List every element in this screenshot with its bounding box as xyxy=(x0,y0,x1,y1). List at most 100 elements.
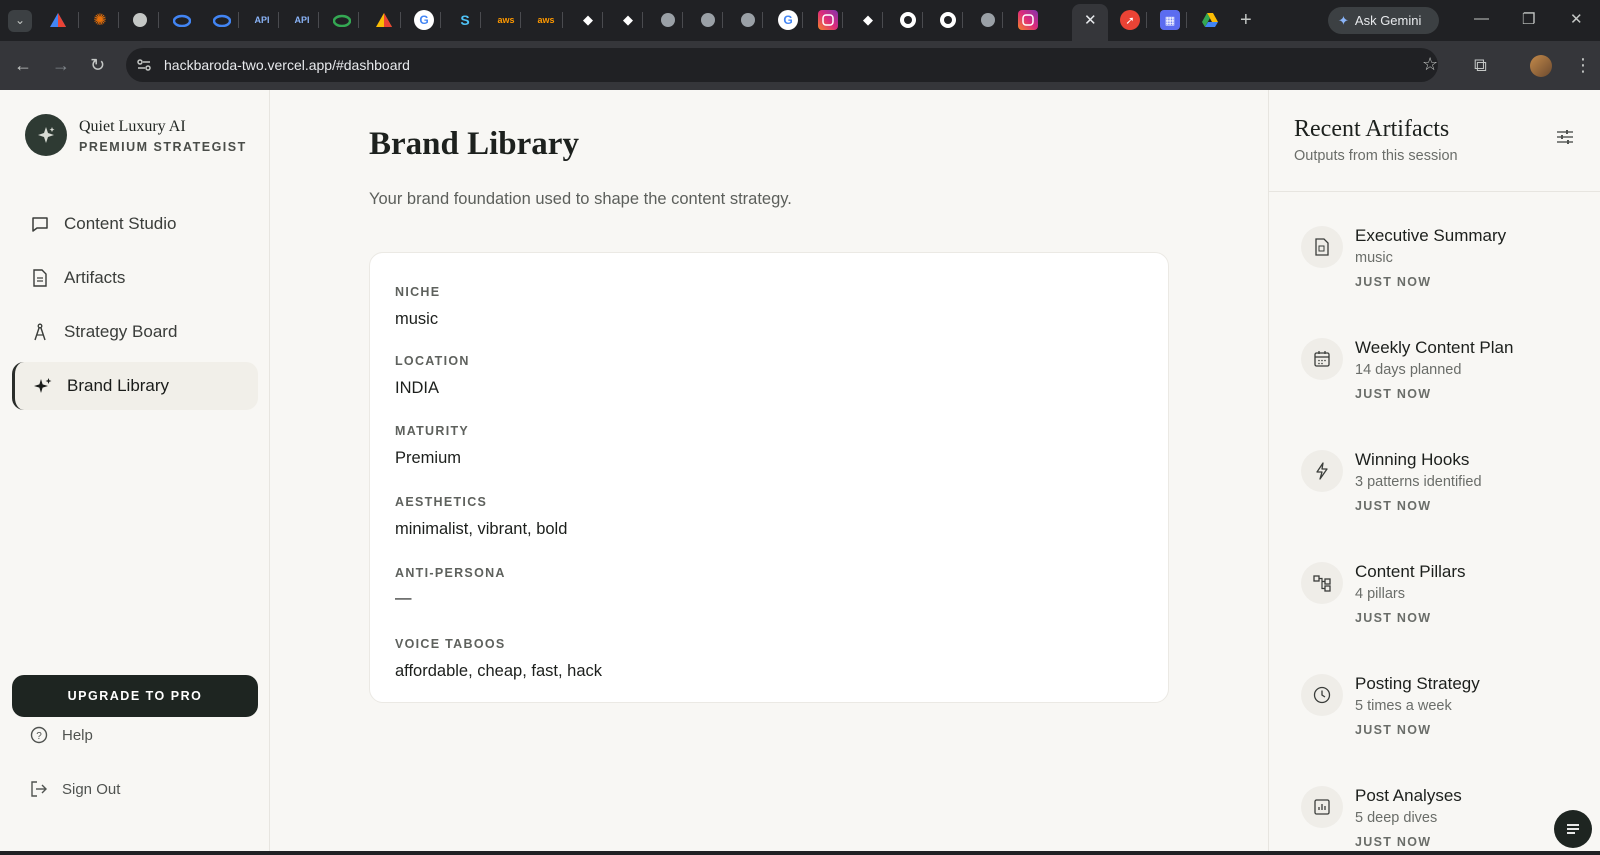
taskbar-edge xyxy=(0,851,1600,855)
artifact-time: JUST NOW xyxy=(1355,611,1432,625)
artifact-title: Content Pillars xyxy=(1355,562,1466,581)
tab-favicon-cloud[interactable] xyxy=(332,10,352,30)
field-value-location: INDIA xyxy=(395,379,440,397)
hierarchy-icon xyxy=(1301,562,1343,604)
minimize-icon[interactable]: — xyxy=(1474,10,1489,27)
tab-favicon-cube[interactable]: ◆ xyxy=(858,10,878,30)
app-root: Quiet Luxury AI PREMIUM STRATEGIST Conte… xyxy=(0,90,1600,855)
tab-favicon-drive[interactable] xyxy=(1200,10,1220,30)
artifact-subtitle: 4 pillars xyxy=(1355,586,1405,602)
artifact-item[interactable]: Winning Hooks 3 patterns identified JUST… xyxy=(1301,450,1591,550)
tab-favicon-google[interactable]: G xyxy=(414,10,434,30)
sign-out-icon xyxy=(31,781,47,797)
close-tab-icon[interactable]: ✕ xyxy=(1084,11,1097,29)
bar-chart-icon xyxy=(1301,786,1343,828)
tab-favicon-s[interactable]: S xyxy=(455,10,475,30)
nav-label: Strategy Board xyxy=(64,322,178,341)
url-text[interactable]: hackbaroda-two.vercel.app/#dashboard xyxy=(164,57,410,73)
tab-search-icon[interactable]: ⌄ xyxy=(8,10,32,32)
tab-favicon-globe[interactable] xyxy=(130,10,150,30)
artifact-subtitle: 5 deep dives xyxy=(1355,810,1438,826)
browser-toolbar: ← → ↻ hackbaroda-two.vercel.app/#dashboa… xyxy=(0,41,1600,90)
artifacts-header: Recent Artifacts Outputs from this sessi… xyxy=(1269,90,1600,192)
window-close-icon[interactable]: ✕ xyxy=(1570,10,1583,28)
tab-favicon-globe[interactable] xyxy=(738,10,758,30)
tab-favicon-github[interactable] xyxy=(898,10,918,30)
tab-favicon-cube[interactable]: ◆ xyxy=(618,10,638,30)
ask-gemini-button[interactable]: ✦ Ask Gemini xyxy=(1328,7,1439,34)
tab-favicon-globe[interactable] xyxy=(658,10,678,30)
back-icon[interactable]: ← xyxy=(14,55,32,75)
tab-favicon-google[interactable]: G xyxy=(778,10,798,30)
tab-favicon-burst[interactable]: ✺ xyxy=(90,10,110,30)
tab-favicon-cloud[interactable] xyxy=(172,10,192,30)
tab-favicon-globe[interactable] xyxy=(978,10,998,30)
nav-strategy-board[interactable]: Strategy Board xyxy=(12,308,258,356)
field-label-voice-taboos: VOICE TABOOS xyxy=(395,637,506,651)
field-label-niche: NICHE xyxy=(395,285,441,299)
tab-favicon-triangle[interactable] xyxy=(48,10,68,30)
nav-label: Brand Library xyxy=(67,376,170,395)
nav-content-studio[interactable]: Content Studio xyxy=(12,200,258,248)
artifact-item[interactable]: Content Pillars 4 pillars JUST NOW xyxy=(1301,562,1591,662)
tab-favicon-globe[interactable] xyxy=(698,10,718,30)
help-link[interactable]: ? Help xyxy=(30,726,93,744)
chat-launcher-button[interactable] xyxy=(1554,810,1592,848)
extensions-icon[interactable]: ⧉ xyxy=(1474,55,1487,75)
active-tab[interactable]: ✕ xyxy=(1072,4,1108,41)
main-content: Brand Library Your brand foundation used… xyxy=(270,90,1268,855)
artifact-item[interactable]: Posting Strategy 5 times a week JUST NOW xyxy=(1301,674,1591,774)
tab-favicon-api[interactable]: API xyxy=(292,10,312,30)
nav-brand-library[interactable]: Brand Library xyxy=(12,362,258,410)
restore-icon[interactable]: ❐ xyxy=(1522,10,1535,28)
ask-gemini-label: Ask Gemini xyxy=(1354,13,1422,28)
tab-favicon-triangle[interactable] xyxy=(374,10,394,30)
brand-name: Quiet Luxury AI xyxy=(79,118,186,135)
tab-favicon-aws[interactable]: aws xyxy=(496,10,516,30)
upgrade-to-pro-button[interactable]: UPGRADE TO PRO xyxy=(12,675,258,717)
bookmark-star-icon[interactable]: ☆ xyxy=(1422,54,1438,75)
profile-avatar[interactable] xyxy=(1530,55,1552,77)
field-label-maturity: MATURITY xyxy=(395,424,470,438)
artifact-time: JUST NOW xyxy=(1355,499,1432,513)
artifact-subtitle: 14 days planned xyxy=(1355,362,1462,378)
nav-label: Artifacts xyxy=(64,268,126,287)
artifact-time: JUST NOW xyxy=(1355,387,1432,401)
clock-icon xyxy=(1301,674,1343,716)
recent-artifacts-panel: Recent Artifacts Outputs from this sessi… xyxy=(1268,90,1600,855)
nav-artifacts[interactable]: Artifacts xyxy=(12,254,258,302)
page-description: Your brand foundation used to shape the … xyxy=(369,190,792,208)
tab-favicon-grid[interactable]: ▦ xyxy=(1160,10,1180,30)
artifact-item[interactable]: Executive Summary music JUST NOW xyxy=(1301,226,1591,326)
tab-favicon-instagram[interactable] xyxy=(818,10,838,30)
forward-icon[interactable]: → xyxy=(52,55,70,75)
field-value-anti-persona: — xyxy=(395,589,412,607)
artifact-subtitle: 5 times a week xyxy=(1355,698,1452,714)
brand-subtitle: PREMIUM STRATEGIST xyxy=(79,140,247,154)
tab-favicon-api[interactable]: API xyxy=(252,10,272,30)
site-settings-icon[interactable] xyxy=(136,57,152,78)
more-menu-icon[interactable]: ⋮ xyxy=(1574,55,1592,75)
artifact-item[interactable]: Weekly Content Plan 14 days planned JUST… xyxy=(1301,338,1591,438)
browser-tab-bar: ⌄ ✺ API API G S aws aws ◆ ◆ G ◆ ✕ ➚ ▦ + … xyxy=(0,0,1600,41)
new-tab-icon[interactable]: + xyxy=(1240,10,1252,30)
tab-favicon-instagram[interactable] xyxy=(1018,10,1038,30)
artifact-item[interactable]: Post Analyses 5 deep dives JUST NOW xyxy=(1301,786,1591,855)
tab-favicon-aws[interactable]: aws xyxy=(536,10,556,30)
filter-sliders-icon[interactable] xyxy=(1556,128,1574,151)
tab-favicon-cube[interactable]: ◆ xyxy=(578,10,598,30)
field-label-location: LOCATION xyxy=(395,354,470,368)
artifacts-subtitle: Outputs from this session xyxy=(1294,148,1458,164)
reload-icon[interactable]: ↻ xyxy=(90,55,105,75)
tab-favicon-compass[interactable]: ➚ xyxy=(1120,10,1140,30)
sign-out-link[interactable]: Sign Out xyxy=(30,780,120,798)
artifact-title: Winning Hooks xyxy=(1355,450,1470,469)
address-bar[interactable]: hackbaroda-two.vercel.app/#dashboard ☆ xyxy=(126,48,1438,82)
summary-icon xyxy=(1301,226,1343,268)
tab-favicon-cloud[interactable] xyxy=(212,10,232,30)
chat-menu-icon xyxy=(1567,824,1579,834)
svg-text:?: ? xyxy=(36,731,42,742)
artifact-title: Weekly Content Plan xyxy=(1355,338,1514,357)
compass-icon xyxy=(30,322,50,342)
tab-favicon-github[interactable] xyxy=(938,10,958,30)
